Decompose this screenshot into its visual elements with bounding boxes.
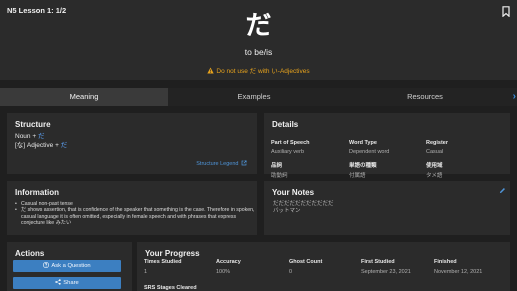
detail-part-of-speech: Part of Speech Auxiliary verb 品詞 助動詞 (271, 140, 310, 179)
progress-title: Your Progress (145, 249, 200, 258)
tab-resources[interactable]: Resources (340, 88, 510, 106)
information-title: Information (15, 188, 59, 197)
notes-content[interactable]: だだだだだだだだだだだ バットマン (273, 201, 473, 215)
grammar-header: N5 Lesson 1: 1/2 だ to be/is Do not use だ… (0, 0, 517, 80)
grammar-meaning: to be/is (244, 47, 273, 57)
usage-warning: Do not use だ with い-Adjectives (0, 65, 517, 75)
details-panel: Details Part of Speech Auxiliary verb 品詞… (264, 113, 510, 179)
detail-register: Register Casual 使用域 タメ語 (426, 140, 449, 179)
notes-title: Your Notes (272, 188, 315, 197)
tab-bar: Meaning Examples Resources › (0, 88, 517, 106)
actions-panel: Actions Ask a Question Share (7, 242, 132, 291)
list-item: • だ shows assertion, that is confidence o… (15, 207, 255, 227)
information-panel: Information • Casual non-past tense • だ sh… (7, 181, 257, 235)
share-button[interactable]: Share (13, 277, 121, 289)
details-title: Details (272, 120, 299, 129)
tab-examples[interactable]: Examples (168, 88, 340, 106)
structure-line-adjective: [な] Adjective + だ (15, 142, 68, 149)
grammar-point: だ (245, 11, 272, 41)
progress-times-studied: Times Studied 1 (144, 259, 182, 275)
structure-legend-link[interactable]: Structure Legend (196, 160, 247, 167)
structure-title: Structure (15, 120, 51, 129)
pencil-icon[interactable] (499, 187, 506, 194)
notes-panel: Your Notes だだだだだだだだだだだ バットマン (264, 181, 510, 235)
progress-ghost-count: Ghost Count 0 (289, 259, 323, 275)
question-icon (43, 262, 50, 268)
progress-finished: Finished November 12, 2021 (434, 259, 483, 275)
detail-word-type: Word Type Dependent word 単語の種類 付属語 (349, 140, 390, 179)
srs-stages-label: SRS Stages Cleared (144, 285, 197, 291)
ask-question-button[interactable]: Ask a Question (13, 260, 121, 272)
share-icon (55, 279, 61, 285)
progress-accuracy: Accuracy 100% (216, 259, 241, 275)
tab-meaning[interactable]: Meaning (0, 88, 168, 106)
warning-text: Do not use だ with い-Adjectives (216, 68, 310, 75)
information-list: • Casual non-past tense • だ shows assertio… (15, 201, 255, 227)
structure-panel: Structure Noun + だ [な] Adjective + だ Str… (7, 113, 257, 174)
external-link-icon (241, 160, 247, 166)
warning-icon (207, 67, 215, 74)
progress-first-studied: First Studied September 23, 2021 (361, 259, 411, 275)
actions-title: Actions (15, 249, 45, 258)
chevron-right-icon[interactable]: › (513, 91, 516, 102)
